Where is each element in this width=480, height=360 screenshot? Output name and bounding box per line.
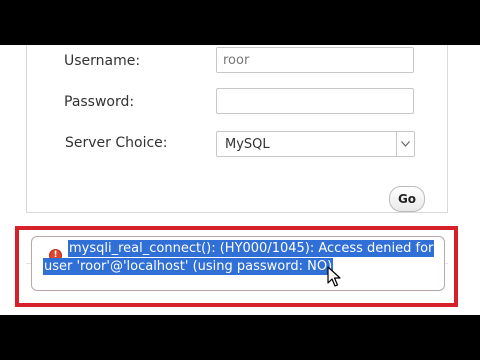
server-choice-label: Server Choice: xyxy=(65,135,168,151)
error-text-line-1: mysqli_real_connect(): (HY000/1045): Acc… xyxy=(68,240,435,257)
error-message-box: ! mysqli_real_connect(): (HY000/1045): A… xyxy=(31,236,445,291)
go-button[interactable]: Go xyxy=(389,186,425,212)
username-label: Username: xyxy=(64,53,141,69)
phpmyadmin-login-screen: Username: Password: Server Choice: roor … xyxy=(0,45,480,315)
server-choice-value: MySQL xyxy=(225,137,270,152)
error-text-line-2: user 'roor'@'localhost' (using password:… xyxy=(43,258,334,275)
divider xyxy=(26,212,448,213)
password-label: Password: xyxy=(64,94,135,110)
chevron-down-icon[interactable] xyxy=(396,132,414,156)
password-input[interactable] xyxy=(216,88,414,114)
mouse-cursor-icon xyxy=(327,266,341,287)
username-input[interactable]: roor xyxy=(216,47,414,73)
server-choice-select[interactable]: MySQL xyxy=(216,131,415,157)
